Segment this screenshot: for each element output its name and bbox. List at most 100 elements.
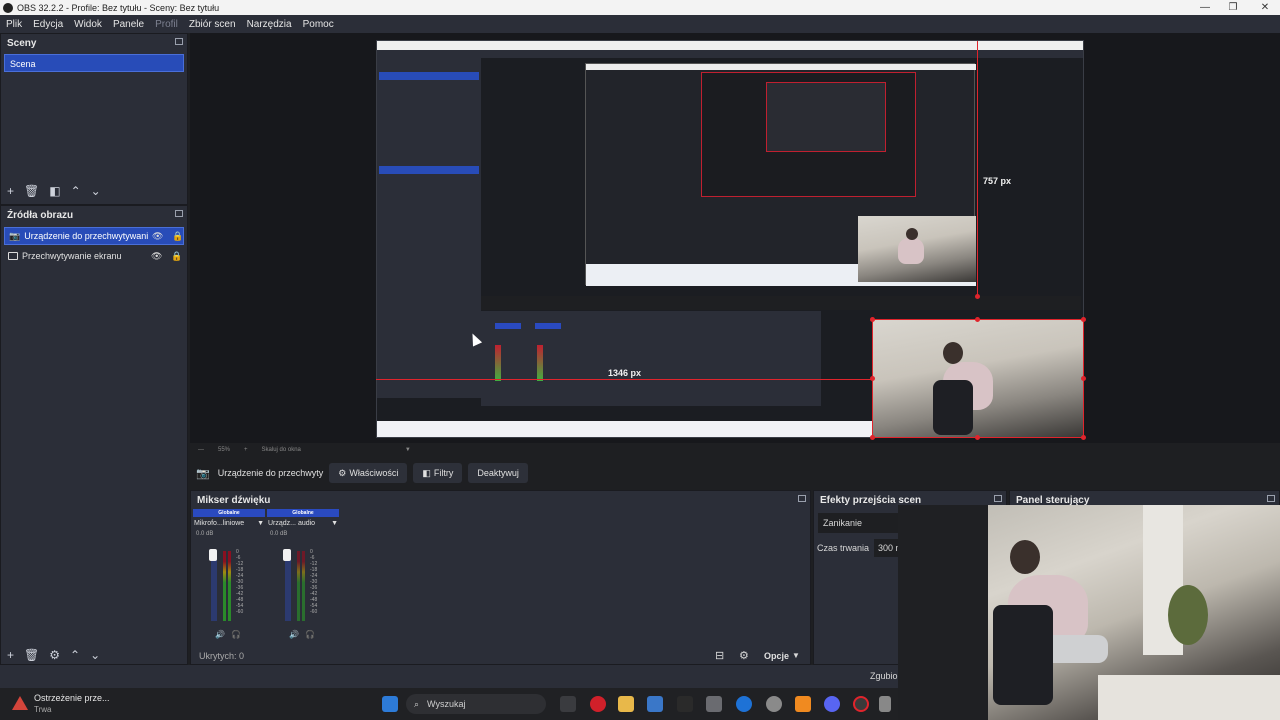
guide-line-horizontal <box>376 379 873 380</box>
scene-item[interactable]: Scena <box>4 54 184 72</box>
menu-plik[interactable]: Plik <box>6 19 22 30</box>
chevron-down-icon: ▼ <box>792 651 800 660</box>
undock-icon[interactable] <box>798 495 806 502</box>
scale-mode[interactable]: Skaluj do okna <box>262 447 301 453</box>
zoom-level: 55% <box>218 447 231 453</box>
undock-icon[interactable] <box>175 210 183 217</box>
resize-handle-b[interactable] <box>975 435 980 440</box>
source-item-capture-device[interactable]: 📷 Urządzenie do przechwytywani 👁 🔒 <box>4 227 184 245</box>
notification-title[interactable]: Ostrzeżenie prze... <box>34 693 110 703</box>
level-meter <box>228 551 231 621</box>
windows-start-icon[interactable] <box>382 696 398 712</box>
menu-edycja[interactable]: Edycja <box>33 19 63 30</box>
menu-widok[interactable]: Widok <box>74 19 102 30</box>
layout-icon[interactable]: ⊟ <box>715 649 724 662</box>
guide-label-height: 1346 px <box>608 368 642 378</box>
move-down-icon[interactable]: ⌄ <box>91 184 101 198</box>
zoom-in-icon[interactable]: + <box>244 447 248 453</box>
cloud-app-icon[interactable] <box>795 696 811 712</box>
minimize-button[interactable]: — <box>1190 0 1220 15</box>
gear-icon: ⚙ <box>338 467 347 478</box>
resize-handle-tr[interactable] <box>1081 317 1086 322</box>
resize-handle-bl[interactable] <box>870 435 875 440</box>
remove-scene-icon[interactable]: 🗑 <box>24 184 39 198</box>
filters-button[interactable]: ◧ Filtry <box>413 463 463 483</box>
sources-dock: Źródła obrazu 📷 Urządzenie do przechwyty… <box>0 205 188 665</box>
source-properties-icon[interactable]: ⚙ <box>49 648 60 662</box>
task-view-icon[interactable] <box>560 696 576 712</box>
resize-handle-tl[interactable] <box>870 317 875 322</box>
meter-scale: 0 -6 -12 -18 -24 -30 -36 -42 -48 -54 -60 <box>236 549 244 615</box>
add-source-icon[interactable]: + <box>7 648 14 662</box>
media-app-icon[interactable] <box>677 696 693 712</box>
speaker-icon[interactable]: 🔊 <box>289 630 299 639</box>
properties-label: Właściwości <box>349 468 399 478</box>
menu-narzedzia[interactable]: Narzędzia <box>247 19 292 30</box>
chevron-down-icon: ▼ <box>331 520 338 527</box>
menu-profil[interactable]: Profil <box>155 19 178 30</box>
source-label: Urządzenie do przechwytywani <box>24 231 149 241</box>
resize-handle-t[interactable] <box>975 317 980 322</box>
discord-icon[interactable] <box>824 696 840 712</box>
deactivate-button[interactable]: Deaktywuj <box>468 463 528 483</box>
selected-webcam-source[interactable] <box>872 319 1084 438</box>
maximize-button[interactable]: ❐ <box>1218 0 1248 15</box>
taskbar-search[interactable]: ⌕ Wyszukaj <box>406 694 546 714</box>
search-placeholder: Wyszukaj <box>427 699 466 709</box>
steam-icon[interactable] <box>706 696 722 712</box>
window-titlebar: OBS 32.2.2 - Profile: Bez tytułu - Sceny… <box>0 0 1280 15</box>
level-meter <box>223 551 226 621</box>
sources-toolbar: + 🗑 ⚙ ⌃ ⌄ <box>1 648 100 662</box>
nested-preview-deep <box>766 82 886 152</box>
remove-source-icon[interactable]: 🗑 <box>24 648 39 662</box>
volume-slider-track[interactable] <box>285 551 291 621</box>
guide-label-width: 757 px <box>983 176 1012 186</box>
sources-dock-title: Źródła obrazu <box>1 206 187 224</box>
monitor-headphones-icon[interactable]: 🎧 <box>231 630 241 639</box>
obs-taskbar-icon[interactable] <box>853 696 869 712</box>
undock-icon[interactable] <box>175 38 183 45</box>
mixer-dock-title: Mikser dźwięku <box>191 491 810 509</box>
move-up-icon[interactable]: ⌃ <box>70 648 80 662</box>
scale-dropdown-icon[interactable]: ▼ <box>405 447 411 453</box>
filters-icon: ◧ <box>422 467 431 478</box>
close-button[interactable]: ✕ <box>1250 0 1280 15</box>
move-down-icon[interactable]: ⌄ <box>90 648 100 662</box>
properties-button[interactable]: ⚙ Właściwości <box>329 463 408 483</box>
opera-icon[interactable] <box>590 696 606 712</box>
resize-handle-br[interactable] <box>1081 435 1086 440</box>
visibility-eye-icon[interactable]: 👁 <box>151 251 162 262</box>
settings-gear-icon[interactable] <box>766 696 782 712</box>
more-apps-icon[interactable] <box>879 696 891 712</box>
volume-slider-handle[interactable] <box>283 549 291 561</box>
undock-icon[interactable] <box>1267 495 1275 502</box>
store-icon[interactable] <box>647 696 663 712</box>
nested-screen-titlebar <box>586 64 976 70</box>
channel-name-row[interactable]: Mikrofo...liniowe ▼ <box>193 517 265 530</box>
lock-icon[interactable]: 🔒 <box>172 231 183 242</box>
advanced-audio-gear-icon[interactable]: ⚙ <box>739 649 749 662</box>
menu-zbior-scen[interactable]: Zbiór scen <box>189 19 236 30</box>
options-menu[interactable]: Opcje <box>764 651 789 661</box>
volume-slider-handle[interactable] <box>209 549 217 561</box>
add-scene-icon[interactable]: + <box>7 184 14 198</box>
monitor-headphones-icon[interactable]: 🎧 <box>305 630 315 639</box>
resize-handle-l[interactable] <box>870 376 875 381</box>
volume-slider-track[interactable] <box>211 551 217 621</box>
zoom-out-icon[interactable]: — <box>198 447 204 453</box>
facebook-icon[interactable] <box>736 696 752 712</box>
undock-icon[interactable] <box>994 495 1002 502</box>
channel-name: Urządz... audio <box>268 520 316 527</box>
visibility-eye-icon[interactable]: 👁 <box>152 231 163 242</box>
move-up-icon[interactable]: ⌃ <box>71 184 81 198</box>
channel-name-row[interactable]: Urządz... audio ▼ <box>267 517 339 530</box>
file-explorer-icon[interactable] <box>618 696 634 712</box>
menu-pomoc[interactable]: Pomoc <box>303 19 334 30</box>
nested-scene-item <box>379 72 479 80</box>
source-item-screen-capture[interactable]: Przechwytywanie ekranu 👁 🔒 <box>4 247 184 265</box>
scene-filters-icon[interactable]: ◧ <box>49 184 60 198</box>
speaker-icon[interactable]: 🔊 <box>215 630 225 639</box>
resize-handle-r[interactable] <box>1081 376 1086 381</box>
lock-icon[interactable]: 🔒 <box>171 251 182 262</box>
menu-panele[interactable]: Panele <box>113 19 144 30</box>
